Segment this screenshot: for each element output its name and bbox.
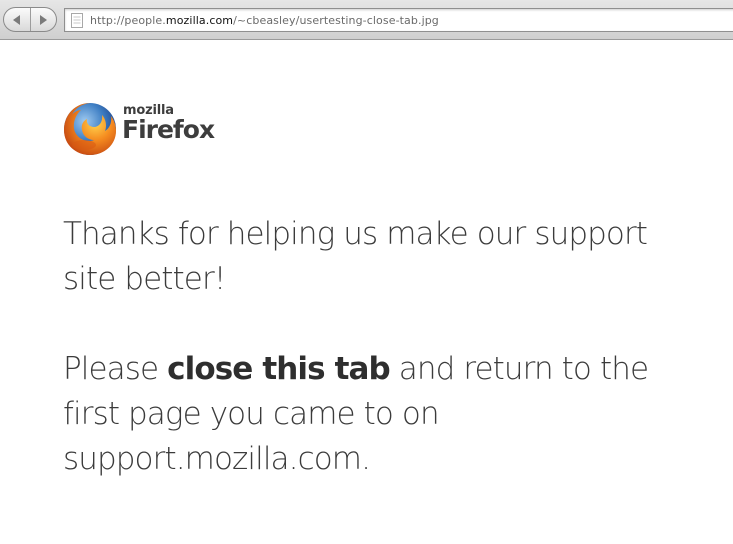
thanks-paragraph: Thanks for helping us make our support s…: [63, 216, 648, 297]
document-icon: [71, 12, 83, 28]
forward-button[interactable]: [29, 8, 57, 31]
url-host: mozilla.com: [165, 13, 234, 27]
logo-firefox-text: Firefox: [122, 115, 215, 144]
forward-arrow-icon: [40, 14, 48, 25]
back-button[interactable]: [4, 8, 30, 31]
support-message: Thanks for helping us make our support s…: [63, 212, 703, 482]
url-path: /~cbeasley/usertesting-close-tab.jpg: [233, 13, 439, 27]
firefox-globe-icon: [64, 103, 116, 155]
instruction-emphasis: close this tab: [167, 351, 391, 387]
back-arrow-icon: [12, 14, 20, 25]
firefox-logo: mozilla Firefox: [61, 100, 221, 158]
url-text[interactable]: http://people.mozilla.com/~cbeasley/user…: [90, 14, 439, 27]
address-bar[interactable]: http://people.mozilla.com/~cbeasley/user…: [64, 8, 733, 32]
page-content: mozilla Firefox Thanks for helping us ma…: [0, 40, 733, 544]
instruction-text-start: Please: [63, 351, 168, 387]
browser-toolbar: http://people.mozilla.com/~cbeasley/user…: [0, 0, 733, 40]
navigation-buttons: [3, 7, 57, 32]
url-prefix: http://people.: [90, 13, 166, 27]
instruction-paragraph: Please close this tab and return to the …: [63, 347, 703, 482]
